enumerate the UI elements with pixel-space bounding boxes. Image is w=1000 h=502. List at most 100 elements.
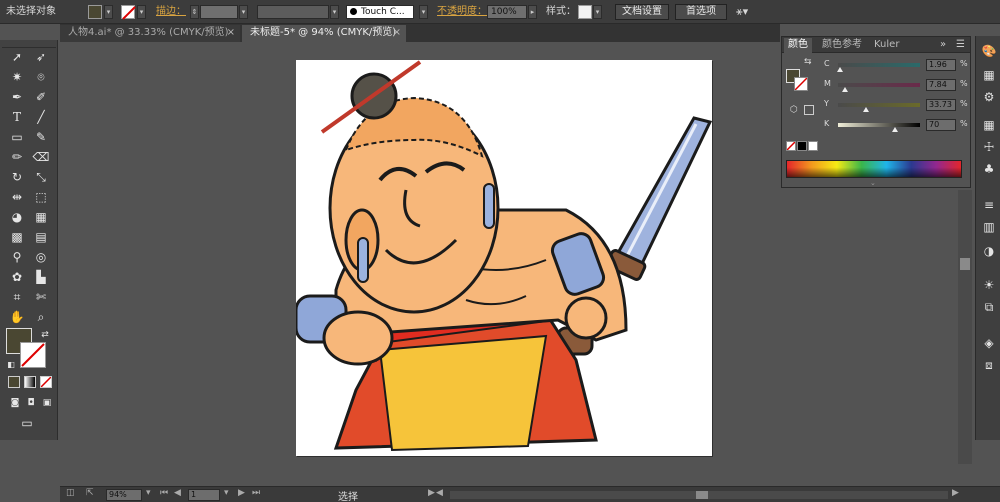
slice-icon[interactable]: ✄ bbox=[32, 288, 50, 306]
preferences-button[interactable]: 首选项 bbox=[675, 4, 727, 20]
zoom-field[interactable]: 94% bbox=[106, 489, 142, 501]
hscroll-thumb[interactable] bbox=[696, 491, 708, 499]
lasso-icon[interactable]: ⌾ bbox=[32, 68, 50, 86]
gradient-mode-icon[interactable] bbox=[24, 376, 36, 388]
transparency-icon[interactable]: ◑ bbox=[980, 242, 998, 260]
graphic-style-swatch[interactable] bbox=[578, 5, 592, 19]
color-guide-icon[interactable]: ▦ bbox=[980, 66, 998, 84]
status-arrow-icon[interactable]: ▶ bbox=[428, 488, 435, 498]
gradient-panel-icon[interactable]: ▥ bbox=[980, 218, 998, 236]
tab-document-2[interactable]: 未标题-5* @ 94% (CMYK/预览) × bbox=[242, 25, 406, 42]
horizontal-scrollbar[interactable] bbox=[450, 491, 948, 499]
document-setup-button[interactable]: 文档设置 bbox=[615, 4, 669, 20]
tab-color[interactable]: 颜色 bbox=[784, 38, 812, 53]
brushes-icon[interactable]: ☩ bbox=[980, 138, 998, 156]
brush-definition[interactable]: Touch C... bbox=[346, 5, 414, 19]
perspective-icon[interactable]: ▦ bbox=[32, 208, 50, 226]
brush-icon[interactable]: ✎ bbox=[32, 128, 50, 146]
black-color-chip[interactable] bbox=[797, 141, 807, 151]
out-of-gamut-icon[interactable]: ⬡ bbox=[790, 105, 798, 115]
swatches-icon[interactable]: ⚙ bbox=[980, 88, 998, 106]
channel-value-field[interactable]: 33.73 bbox=[926, 99, 956, 111]
panel-menu-icon[interactable]: ☰ bbox=[952, 38, 969, 53]
scrollbar-thumb[interactable] bbox=[960, 258, 970, 270]
stroke-swatch[interactable] bbox=[121, 5, 136, 20]
none-mode-icon[interactable] bbox=[40, 376, 52, 388]
zoom-dropdown-icon[interactable]: ▾ bbox=[146, 488, 151, 498]
profile-dropdown[interactable]: ▾ bbox=[330, 5, 339, 19]
first-artboard-icon[interactable]: ⏮ bbox=[160, 488, 168, 498]
stroke-dropdown[interactable]: ▾ bbox=[137, 5, 146, 19]
channel-value-field[interactable]: 70 bbox=[926, 119, 956, 131]
close-icon[interactable]: × bbox=[393, 25, 401, 41]
share-icon[interactable]: ⇱ bbox=[86, 488, 94, 498]
opacity-label[interactable]: 不透明度： bbox=[437, 5, 487, 19]
gradient-icon[interactable]: ▤ bbox=[32, 228, 50, 246]
draw-inside-icon[interactable]: ▣ bbox=[38, 394, 56, 412]
stroke-panel-icon[interactable]: ≡ bbox=[980, 196, 998, 214]
free-transform-icon[interactable]: ⬚ bbox=[32, 188, 50, 206]
artboard[interactable] bbox=[294, 60, 713, 456]
collapse-icon[interactable]: » bbox=[936, 38, 950, 53]
pen-icon[interactable]: ✒ bbox=[8, 88, 26, 106]
tab-color-guide[interactable]: 颜色参考 bbox=[818, 38, 866, 53]
pencil-icon[interactable]: ✏ bbox=[8, 148, 26, 166]
tab-document-1[interactable]: 人物4.ai* @ 33.33% (CMYK/预览) × bbox=[60, 25, 240, 42]
tab-kuler[interactable]: Kuler bbox=[870, 38, 903, 53]
arrange-icon[interactable]: ⚹▾ bbox=[736, 5, 748, 19]
rotate-icon[interactable]: ↻ bbox=[8, 168, 26, 186]
channel-value-field[interactable]: 1.96 bbox=[926, 59, 956, 71]
stroke-color-box[interactable] bbox=[20, 342, 46, 368]
stroke-label[interactable]: 描边： bbox=[156, 5, 186, 19]
artboard-icon[interactable]: ⌗ bbox=[8, 288, 26, 306]
swatch-grid-icon[interactable]: ▦ bbox=[980, 116, 998, 134]
artboards-icon[interactable]: ⧈ bbox=[980, 356, 998, 374]
symbols-icon[interactable]: ♣ bbox=[980, 160, 998, 178]
line-icon[interactable]: ╱ bbox=[32, 108, 50, 126]
eyedropper-icon[interactable]: ⚲ bbox=[8, 248, 26, 266]
screen-mode-icon[interactable]: ▭ bbox=[18, 414, 36, 432]
stroke-weight-stepper[interactable]: ⇕ bbox=[190, 5, 199, 19]
zoom-icon[interactable]: ⌕ bbox=[32, 308, 50, 326]
graphic-styles-icon[interactable]: ⧉ bbox=[980, 298, 998, 316]
swap-icon[interactable]: ⇆ bbox=[804, 57, 812, 67]
opacity-dropdown[interactable]: ▸ bbox=[528, 5, 537, 19]
panel-resize-grip[interactable]: ⌄ bbox=[870, 179, 876, 187]
scroll-right-icon[interactable]: ▶ bbox=[952, 488, 959, 498]
next-artboard-icon[interactable]: ▶ bbox=[238, 488, 245, 498]
mesh-icon[interactable]: ▩ bbox=[8, 228, 26, 246]
direct-selection-icon[interactable]: ➶ bbox=[32, 48, 50, 66]
channel-slider[interactable] bbox=[838, 83, 920, 92]
slider-knob[interactable] bbox=[836, 67, 843, 72]
none-color-chip[interactable] bbox=[786, 141, 796, 151]
status-menu-icon[interactable]: ◫ bbox=[66, 488, 75, 498]
curvature-icon[interactable]: ✐ bbox=[32, 88, 50, 106]
channel-slider[interactable] bbox=[838, 123, 920, 132]
rectangle-icon[interactable]: ▭ bbox=[8, 128, 26, 146]
scroll-left-icon[interactable]: ◀ bbox=[436, 488, 443, 498]
channel-value-field[interactable]: 7.84 bbox=[926, 79, 956, 91]
fill-swatch[interactable] bbox=[88, 5, 102, 19]
channel-slider[interactable] bbox=[838, 103, 920, 112]
layers-icon[interactable]: ◈ bbox=[980, 334, 998, 352]
eraser-icon[interactable]: ⌫ bbox=[32, 148, 50, 166]
slider-knob[interactable] bbox=[841, 87, 848, 92]
type-icon[interactable]: T bbox=[8, 108, 26, 126]
brush-dropdown[interactable]: ▾ bbox=[419, 5, 428, 19]
selection-tool-icon[interactable]: ➚ bbox=[8, 48, 26, 66]
prev-artboard-icon[interactable]: ◀ bbox=[174, 488, 181, 498]
close-icon[interactable]: × bbox=[227, 25, 235, 41]
color-mode-icon[interactable] bbox=[8, 376, 20, 388]
blend-icon[interactable]: ◎ bbox=[32, 248, 50, 266]
hand-icon[interactable]: ✋ bbox=[8, 308, 26, 326]
style-dropdown[interactable]: ▾ bbox=[593, 5, 602, 19]
artboard-dropdown-icon[interactable]: ▾ bbox=[224, 488, 229, 498]
column-graph-icon[interactable]: ▙ bbox=[32, 268, 50, 286]
channel-slider[interactable] bbox=[836, 63, 920, 72]
color-panel-icon[interactable]: 🎨 bbox=[980, 42, 998, 60]
appearance-icon[interactable]: ☀ bbox=[980, 276, 998, 294]
slider-knob[interactable] bbox=[892, 127, 899, 132]
panel-stroke-box[interactable] bbox=[794, 77, 808, 91]
fill-dropdown[interactable]: ▾ bbox=[104, 5, 113, 19]
stroke-weight-dropdown[interactable]: ▾ bbox=[239, 5, 248, 19]
